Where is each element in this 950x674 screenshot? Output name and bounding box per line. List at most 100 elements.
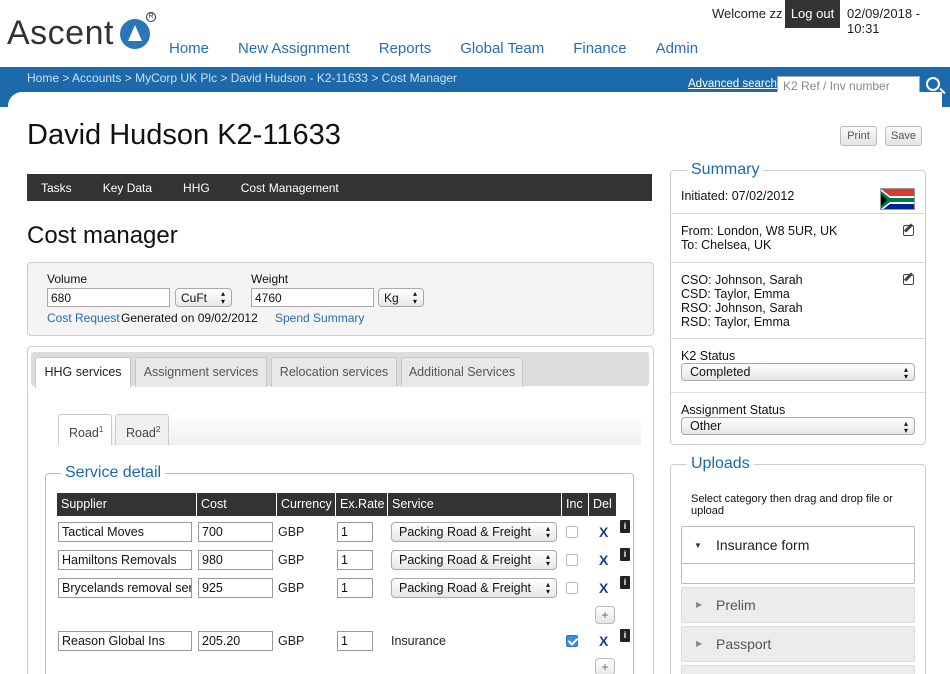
edit-icon[interactable] xyxy=(903,225,914,236)
add-row-button[interactable]: + xyxy=(595,606,615,624)
save-button[interactable]: Save xyxy=(885,126,922,146)
weight-unit-select[interactable]: Kg xyxy=(378,288,424,307)
tab-road-2[interactable]: Road2 xyxy=(115,414,169,445)
breadcrumb-current: Cost Manager xyxy=(381,71,458,85)
service-value: Insurance xyxy=(391,634,446,648)
nav-global-team[interactable]: Global Team xyxy=(460,40,544,57)
breadcrumb-accounts[interactable]: Accounts xyxy=(72,71,121,85)
breadcrumb-company[interactable]: MyCorp UK Plc xyxy=(135,71,217,85)
cost-input[interactable]: 980 xyxy=(198,550,273,570)
tab-assignment-services[interactable]: Assignment services xyxy=(135,357,267,387)
info-icon[interactable]: i xyxy=(620,629,630,642)
info-icon[interactable]: i xyxy=(620,548,630,561)
service-detail-legend: Service detail xyxy=(61,464,166,482)
exrate-input[interactable]: 1 xyxy=(337,522,373,542)
exrate-input[interactable]: 1 xyxy=(337,631,373,651)
k2-status-select[interactable]: Completed xyxy=(681,363,915,381)
chevron-right-icon: ▶ xyxy=(696,600,703,609)
assignment-status-select[interactable]: Other xyxy=(681,417,915,435)
spend-summary-link[interactable]: Spend Summary xyxy=(275,311,364,325)
upload-category-prelim[interactable]: ▶ Prelim xyxy=(681,587,915,623)
weight-label: Weight xyxy=(251,272,289,286)
edit-icon[interactable] xyxy=(903,274,914,285)
to-location: To: Chelsea, UK xyxy=(681,238,772,252)
inc-checkbox[interactable] xyxy=(566,526,578,538)
supplier-input[interactable]: Brycelands removal serv xyxy=(58,578,192,598)
cost-input[interactable]: 700 xyxy=(198,522,273,542)
volume-unit-select[interactable]: CuFt xyxy=(175,288,232,307)
tab-hhg-services[interactable]: HHG services xyxy=(35,357,131,388)
add-insurance-button[interactable]: + xyxy=(595,658,615,674)
col-exrate: Ex.Rate xyxy=(336,493,387,516)
inc-checkbox[interactable] xyxy=(566,554,578,566)
road-tab-number: 1 xyxy=(98,425,104,434)
breadcrumb-separator: > xyxy=(367,71,382,85)
supplier-input[interactable]: Hamiltons Removals xyxy=(58,550,192,570)
tab-additional-services[interactable]: Additional Services xyxy=(401,357,523,387)
nav-reports[interactable]: Reports xyxy=(379,40,432,57)
tab-road-1[interactable]: Road1 xyxy=(58,414,112,445)
k2-status-label: K2 Status xyxy=(681,349,736,363)
weight-input[interactable]: 4760 xyxy=(251,288,374,307)
chevron-down-icon: ▼ xyxy=(694,541,702,550)
cost-request-link[interactable]: Cost Request xyxy=(47,311,120,325)
cost-input[interactable]: 925 xyxy=(198,578,273,598)
exrate-input[interactable]: 1 xyxy=(337,550,373,570)
upload-category-passport[interactable]: ▶ Passport xyxy=(681,626,915,662)
divider xyxy=(671,338,925,339)
breadcrumb-separator: > xyxy=(217,71,231,85)
nav-admin[interactable]: Admin xyxy=(656,40,699,57)
nav-finance[interactable]: Finance xyxy=(573,40,626,57)
service-select[interactable]: Packing Road & Freight xyxy=(391,550,557,570)
delete-button[interactable]: X xyxy=(599,524,608,540)
info-icon[interactable]: i xyxy=(620,520,630,533)
upload-category-more[interactable] xyxy=(681,665,915,674)
search-icon[interactable] xyxy=(926,77,940,91)
chevron-right-icon: ▶ xyxy=(696,639,703,648)
upload-category-label: Prelim xyxy=(716,597,756,613)
service-select[interactable]: Packing Road & Freight xyxy=(391,578,557,598)
col-cost: Cost xyxy=(197,493,276,516)
supplier-input[interactable]: Tactical Moves xyxy=(58,522,192,542)
delete-button[interactable]: X xyxy=(599,633,608,649)
inc-checkbox[interactable] xyxy=(566,582,578,594)
datetime-text: 02/09/2018 - 10:31 xyxy=(847,6,921,36)
print-button[interactable]: Print xyxy=(840,126,877,146)
breadcrumb-separator: > xyxy=(59,71,73,85)
exrate-input[interactable]: 1 xyxy=(337,578,373,598)
delete-button[interactable]: X xyxy=(599,580,608,596)
main-nav: Home New Assignment Reports Global Team … xyxy=(169,40,727,57)
subnav-cost-management[interactable]: Cost Management xyxy=(241,181,339,195)
upload-link[interactable]: upload xyxy=(691,504,724,518)
col-service: Service xyxy=(388,493,561,516)
col-supplier: Supplier xyxy=(57,493,196,516)
tab-relocation-services[interactable]: Relocation services xyxy=(271,357,397,387)
supplier-input[interactable]: Reason Global Ins xyxy=(58,631,192,651)
inc-checkbox-checked[interactable] xyxy=(566,635,578,647)
south-africa-flag-icon xyxy=(880,188,915,210)
registered-mark-icon: R xyxy=(146,12,156,22)
subnav-key-data[interactable]: Key Data xyxy=(103,181,152,195)
advanced-search-link[interactable]: Advanced search xyxy=(688,78,777,90)
col-inc: Inc xyxy=(562,493,588,516)
service-select[interactable]: Packing Road & Freight xyxy=(391,522,557,542)
subnav-tasks[interactable]: Tasks xyxy=(41,181,72,195)
breadcrumb-home[interactable]: Home xyxy=(27,71,59,85)
logout-button[interactable]: Log out xyxy=(785,0,840,28)
cso-text: CSO: Johnson, Sarah xyxy=(681,273,803,287)
volume-input[interactable]: 680 xyxy=(47,288,170,307)
ascent-logo[interactable]: Ascent xyxy=(7,14,150,53)
upload-category-insurance[interactable]: Insurance form xyxy=(716,537,809,553)
nav-home[interactable]: Home xyxy=(169,40,209,57)
road-tab-label: Road xyxy=(126,426,156,441)
info-icon[interactable]: i xyxy=(620,576,630,589)
insurance-form-dropzone[interactable] xyxy=(681,526,915,584)
nav-new-assignment[interactable]: New Assignment xyxy=(238,40,350,57)
cost-input[interactable]: 205.20 xyxy=(198,631,273,651)
breadcrumb-assignee[interactable]: David Hudson - K2-11633 xyxy=(231,71,368,85)
section-title: Cost manager xyxy=(27,222,178,249)
delete-button[interactable]: X xyxy=(599,552,608,568)
csd-text: CSD: Taylor, Emma xyxy=(681,287,790,301)
subnav-hhg[interactable]: HHG xyxy=(183,181,210,195)
page-title: David Hudson K2-11633 xyxy=(27,119,341,151)
